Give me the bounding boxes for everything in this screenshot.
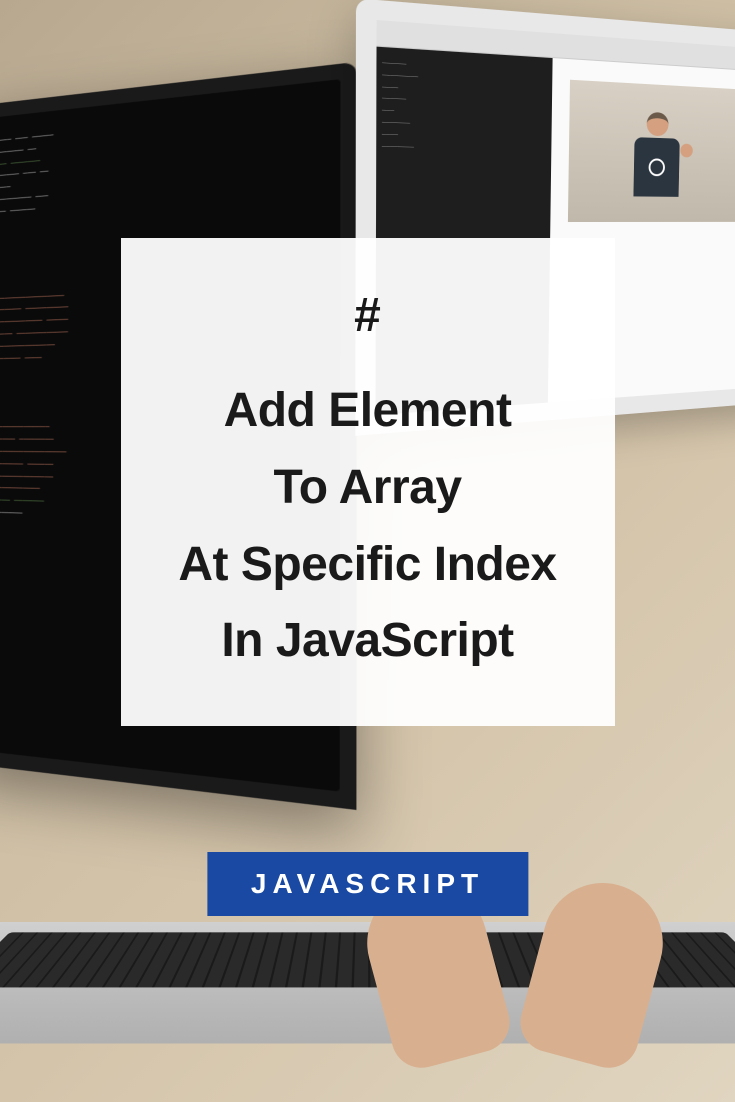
title-line-1: Add Element	[151, 373, 585, 450]
title-line-4: In JavaScript	[151, 603, 585, 680]
title-card: # Add Element To Array At Specific Index…	[121, 238, 615, 726]
video-thumbnail	[568, 80, 735, 222]
hash-symbol: #	[151, 288, 585, 343]
title-line-2: To Array	[151, 450, 585, 527]
title-line-3: At Specific Index	[151, 527, 585, 604]
category-badge: JAVASCRIPT	[207, 852, 528, 916]
